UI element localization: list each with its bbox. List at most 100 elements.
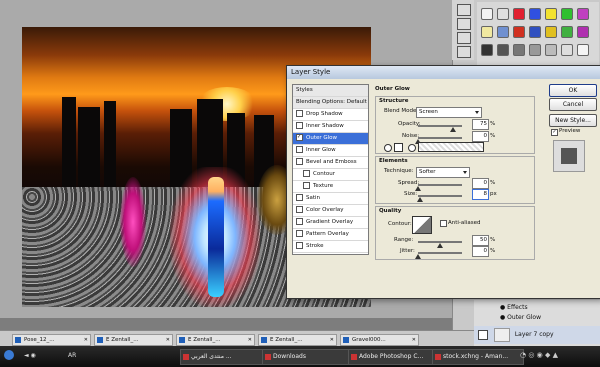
spread-slider[interactable] xyxy=(418,184,462,186)
style-checkbox[interactable] xyxy=(296,218,303,225)
preview-checkbox[interactable]: ✓ xyxy=(551,129,558,136)
adjust-tool-icon[interactable] xyxy=(457,32,471,44)
style-swatch[interactable] xyxy=(561,44,573,56)
style-swatch[interactable] xyxy=(481,8,493,20)
taskbar-item[interactable]: stock.xchng - Aman... xyxy=(432,349,524,365)
gradient-radio[interactable] xyxy=(408,144,416,152)
styles-list-item[interactable]: Pattern Overlay xyxy=(293,229,368,241)
document-tab[interactable]: Gravel000... ✕ xyxy=(340,334,419,346)
style-checkbox[interactable] xyxy=(296,158,303,165)
styles-list-item[interactable]: Stroke xyxy=(293,241,368,253)
jitter-slider[interactable] xyxy=(418,252,462,254)
close-tab-icon[interactable]: ✕ xyxy=(166,335,170,345)
jitter-slider-thumb[interactable] xyxy=(415,254,421,259)
style-swatch[interactable] xyxy=(513,44,525,56)
glow-color-swatch[interactable] xyxy=(394,143,403,152)
size-slider[interactable] xyxy=(418,195,462,197)
style-swatch[interactable] xyxy=(545,8,557,20)
technique-select[interactable]: Softer xyxy=(416,167,470,178)
system-tray-icons[interactable]: ◔ ◎ ◉ ◆ ▲ xyxy=(520,351,558,359)
document-tab[interactable]: Pose_12_... ✕ xyxy=(12,334,91,346)
opacity-field[interactable]: 75 xyxy=(472,119,489,130)
style-swatch[interactable] xyxy=(577,8,589,20)
style-swatch[interactable] xyxy=(529,44,541,56)
styles-list-item[interactable]: Texture xyxy=(293,181,368,193)
eye-icon[interactable]: ● xyxy=(500,314,505,321)
clone-tool-icon[interactable] xyxy=(457,18,471,30)
style-checkbox[interactable] xyxy=(296,110,303,117)
style-swatch[interactable] xyxy=(545,26,557,38)
start-orb-icon[interactable] xyxy=(4,350,14,360)
close-tab-icon[interactable]: ✕ xyxy=(412,335,416,345)
ok-button[interactable]: OK xyxy=(549,84,597,97)
opacity-slider-thumb[interactable] xyxy=(450,127,456,132)
language-indicator[interactable]: AR xyxy=(68,352,76,359)
style-checkbox[interactable] xyxy=(303,170,310,177)
style-swatch[interactable] xyxy=(497,44,509,56)
styles-list-item[interactable]: Satin xyxy=(293,193,368,205)
style-checkbox[interactable] xyxy=(303,182,310,189)
styles-list-item[interactable]: Inner Glow xyxy=(293,145,368,157)
style-swatch[interactable] xyxy=(529,8,541,20)
spread-field[interactable]: 0 xyxy=(472,178,489,189)
style-swatch[interactable] xyxy=(481,26,493,38)
styles-list-item[interactable]: Styles xyxy=(293,85,368,97)
style-checkbox[interactable] xyxy=(296,194,303,201)
styles-list-item[interactable]: Contour xyxy=(293,169,368,181)
jitter-field[interactable]: 0 xyxy=(472,246,489,257)
close-tab-icon[interactable]: ✕ xyxy=(84,335,88,345)
dialog-title-bar[interactable]: Layer Style xyxy=(287,66,600,79)
styles-list-item[interactable]: Drop Shadow xyxy=(293,109,368,121)
blend-mode-select[interactable]: Screen xyxy=(416,107,482,118)
style-swatch[interactable] xyxy=(513,8,525,20)
style-swatch[interactable] xyxy=(481,44,493,56)
size-slider-thumb[interactable] xyxy=(417,197,423,202)
style-checkbox[interactable] xyxy=(296,206,303,213)
styles-list-item[interactable]: ✓ Outer Glow xyxy=(293,133,368,145)
styles-list-item[interactable]: Inner Shadow xyxy=(293,121,368,133)
quick-launch-icon[interactable]: ◄ ◉ xyxy=(24,352,36,359)
style-checkbox[interactable] xyxy=(296,242,303,249)
style-swatch[interactable] xyxy=(561,26,573,38)
styles-list-item[interactable]: Color Overlay xyxy=(293,205,368,217)
style-swatch[interactable] xyxy=(561,8,573,20)
style-swatch[interactable] xyxy=(577,26,589,38)
layer-row[interactable]: Layer 7 copy xyxy=(474,326,600,344)
layer-outer-glow-row[interactable]: ● Outer Glow xyxy=(474,312,600,324)
styles-list-item[interactable]: Bevel and Emboss xyxy=(293,157,368,169)
document-tab[interactable]: E Zentall_... ✕ xyxy=(176,334,255,346)
style-checkbox[interactable]: ✓ xyxy=(296,134,303,141)
brush-tool-icon[interactable] xyxy=(457,4,471,16)
close-tab-icon[interactable]: ✕ xyxy=(248,335,252,345)
taskbar-item[interactable]: Adobe Photoshop C... xyxy=(348,349,438,365)
taskbar-item[interactable]: منتدى العربي ... xyxy=(180,349,268,365)
document-tab[interactable]: E Zentall_... ✕ xyxy=(94,334,173,346)
anti-aliased-checkbox[interactable] xyxy=(440,220,447,227)
style-swatch[interactable] xyxy=(577,44,589,56)
size-field[interactable]: 8 xyxy=(472,189,489,200)
styles-list-item[interactable]: Blending Options: Default xyxy=(293,97,368,109)
contour-picker[interactable] xyxy=(412,216,432,234)
noise-field[interactable]: 0 xyxy=(472,131,489,142)
range-slider-thumb[interactable] xyxy=(437,243,443,248)
style-swatch[interactable] xyxy=(497,26,509,38)
style-swatch[interactable] xyxy=(497,8,509,20)
style-checkbox[interactable] xyxy=(296,122,303,129)
color-radio[interactable] xyxy=(384,144,392,152)
taskbar-item[interactable]: Downloads xyxy=(262,349,354,365)
gradient-picker[interactable] xyxy=(418,142,484,152)
close-tab-icon[interactable]: ✕ xyxy=(330,335,334,345)
style-swatch[interactable] xyxy=(513,26,525,38)
style-swatch[interactable] xyxy=(529,26,541,38)
styles-list-item[interactable]: Gradient Overlay xyxy=(293,217,368,229)
range-field[interactable]: 50 xyxy=(472,235,489,246)
new-style-button[interactable]: New Style... xyxy=(549,114,597,127)
style-checkbox[interactable] xyxy=(296,230,303,237)
style-swatch[interactable] xyxy=(545,44,557,56)
visibility-eye-icon[interactable] xyxy=(478,329,488,340)
noise-slider[interactable] xyxy=(418,137,462,139)
document-tab[interactable]: E Zentall_... ✕ xyxy=(258,334,337,346)
history-tool-icon[interactable] xyxy=(457,46,471,58)
style-checkbox[interactable] xyxy=(296,146,303,153)
cancel-button[interactable]: Cancel xyxy=(549,98,597,111)
